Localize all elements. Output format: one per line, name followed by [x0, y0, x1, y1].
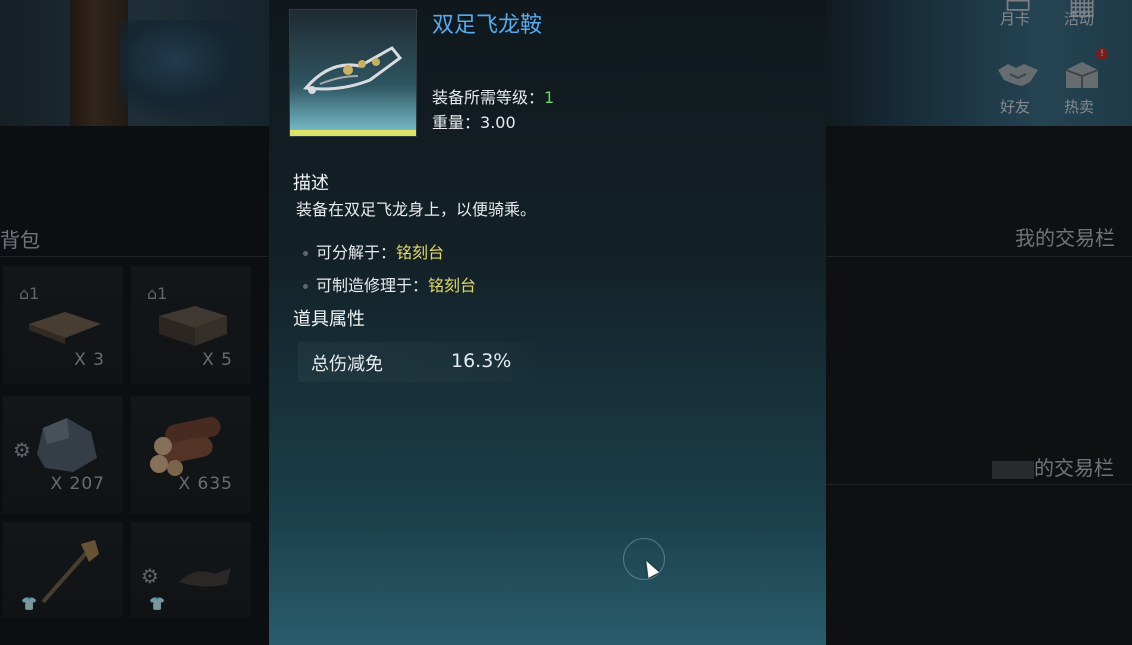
salvage-info: 可分解于：铭刻台 — [303, 239, 444, 263]
required-level: 装备所需等级：1 — [432, 84, 554, 108]
rarity-bar — [290, 130, 416, 136]
description-heading: 描述 — [293, 173, 329, 194]
weight-label: 重量： — [432, 113, 481, 132]
attribute-value: 16.3% — [451, 350, 512, 372]
attribute-name: 总伤减免 — [311, 354, 383, 375]
craft-station: 铭刻台 — [428, 276, 477, 295]
bullet-icon — [303, 251, 308, 256]
bullet-icon — [303, 284, 308, 289]
craft-label: 可制造修理于： — [316, 276, 429, 295]
item-weight: 重量：3.00 — [432, 109, 516, 133]
item-thumbnail — [289, 9, 417, 137]
attribute-row: 总伤减免 16.3% — [298, 342, 543, 382]
properties-heading: 道具属性 — [293, 309, 365, 330]
item-tooltip: 双足飞龙鞍 装备所需等级：1 重量：3.00 描述 装备在双足飞龙身上，以便骑乘… — [269, 0, 826, 645]
item-name: 双足飞龙鞍 — [432, 13, 543, 38]
salvage-station: 铭刻台 — [396, 243, 445, 262]
description-text: 装备在双足飞龙身上，以便骑乘。 — [296, 200, 537, 219]
saddle-icon — [303, 46, 403, 94]
craft-info: 可制造修理于：铭刻台 — [303, 272, 476, 296]
level-value: 1 — [544, 88, 555, 107]
cursor-ring — [623, 538, 665, 580]
salvage-label: 可分解于： — [316, 243, 397, 262]
level-label: 装备所需等级： — [432, 88, 545, 107]
weight-value: 3.00 — [480, 113, 516, 132]
